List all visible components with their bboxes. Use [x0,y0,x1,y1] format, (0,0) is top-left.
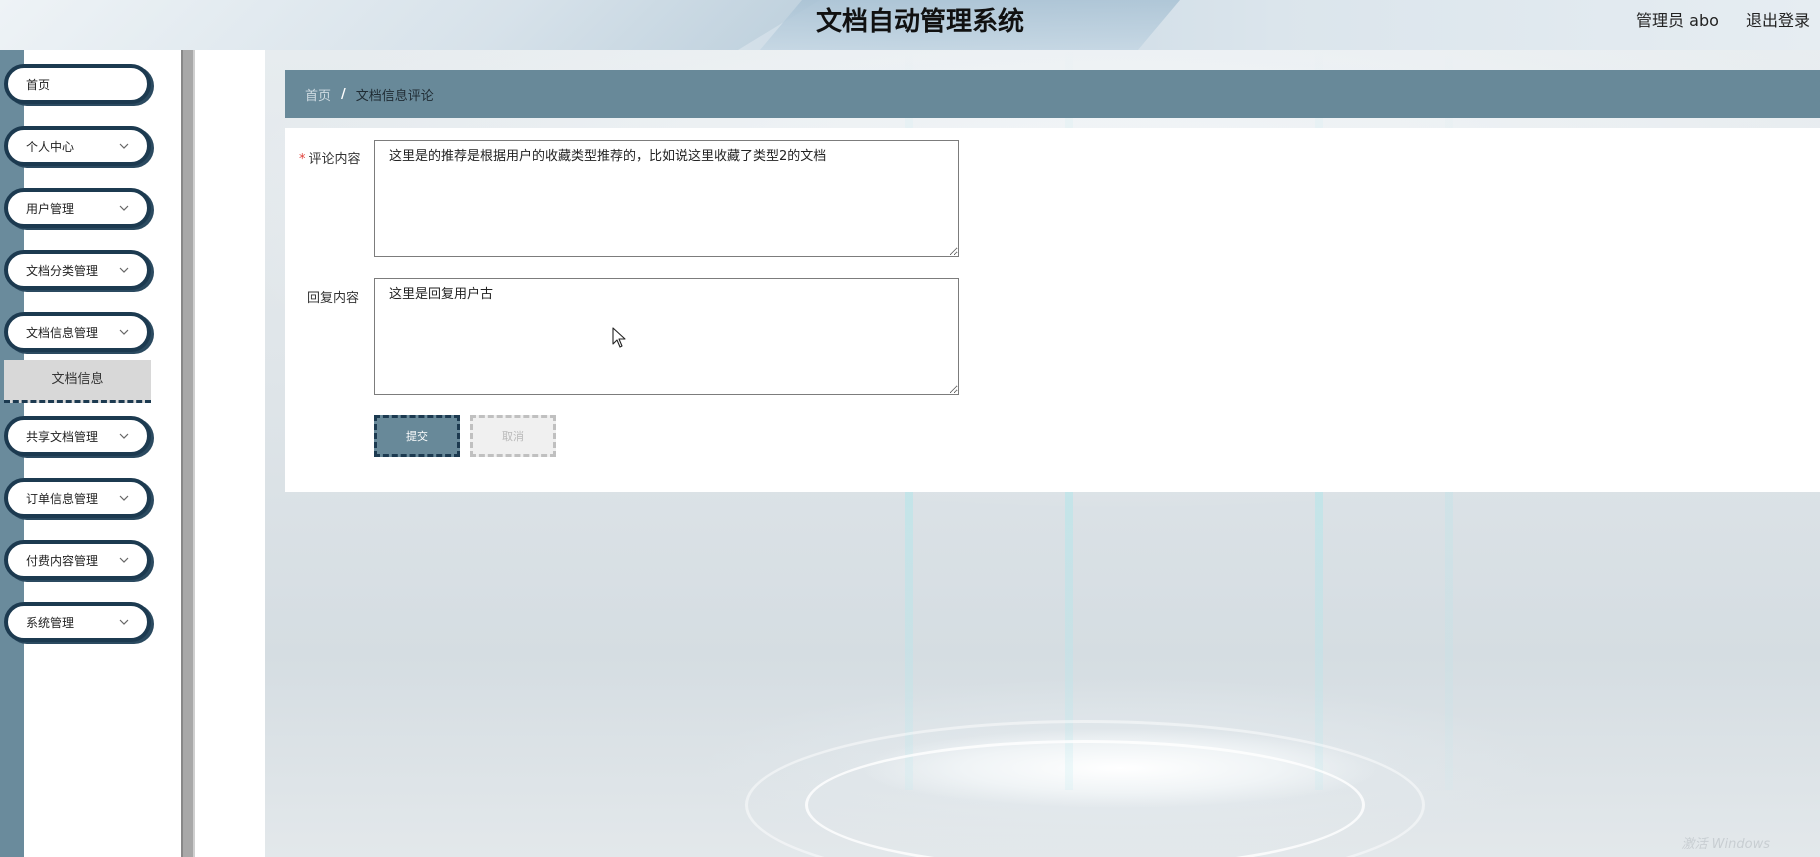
comment-content-label: * 评论内容 [299,148,361,167]
sidebar-item-label: 文档分类管理 [26,263,99,278]
reply-content-textarea[interactable]: 这里是回复用户古 [374,278,959,395]
sidebar-item-label: 订单信息管理 [26,491,99,506]
submit-button[interactable]: 提交 [374,415,460,457]
logout-link[interactable]: 退出登录 [1746,11,1810,30]
sidebar-item-label: 个人中心 [26,139,75,154]
breadcrumb: 首页 / 文档信息评论 [285,70,1820,118]
chevron-down-icon [119,619,129,625]
sidebar-item-label: 付费内容管理 [26,553,99,568]
sidebar-item-shared-doc-management[interactable]: 共享文档管理 [4,416,151,456]
chevron-down-icon [119,205,129,211]
current-user-label: 管理员 abo [1636,11,1719,30]
scene-stage-ring [745,720,1425,857]
comment-content-label-text: 评论内容 [308,152,361,167]
content-gutter [195,50,265,857]
comment-form-panel: * 评论内容 这里是的推荐是根据用户的收藏类型推荐的，比如说这里收藏了类型2的文档… [285,128,1820,492]
sidebar-divider [181,50,195,857]
chevron-down-icon [119,329,129,335]
breadcrumb-home-link[interactable]: 首页 [305,85,331,104]
sidebar-item-paid-content-management[interactable]: 付费内容管理 [4,540,151,580]
sidebar-item-label: 首页 [26,77,51,92]
sidebar-item-doc-info-management[interactable]: 文档信息管理 [4,312,151,352]
app-header: 文档自动管理系统 管理员 abo 退出登录 [0,0,1820,50]
chevron-down-icon [119,557,129,563]
sidebar-item-label: 用户管理 [26,201,75,216]
chevron-down-icon [119,267,129,273]
sidebar-item-label: 系统管理 [26,615,75,630]
sidebar-item-label: 共享文档管理 [26,429,99,444]
comment-content-textarea[interactable]: 这里是的推荐是根据用户的收藏类型推荐的，比如说这里收藏了类型2的文档 [374,140,959,257]
breadcrumb-current: 文档信息评论 [355,88,434,104]
header-user-area: 管理员 abo 退出登录 [1614,0,1810,42]
chevron-down-icon [119,143,129,149]
required-mark: * [299,152,306,167]
sidebar-item-personal-center[interactable]: 个人中心 [4,126,151,166]
breadcrumb-separator: / [341,86,346,102]
sidebar-item-order-management[interactable]: 订单信息管理 [4,478,151,518]
sidebar-item-label: 文档信息管理 [26,325,99,340]
cancel-button[interactable]: 取消 [470,415,556,457]
reply-content-label: 回复内容 [307,291,360,306]
sidebar-subitem-doc-info[interactable]: 文档信息 [4,360,151,403]
chevron-down-icon [119,433,129,439]
mouse-cursor-icon [612,327,626,348]
sidebar-item-home[interactable]: 首页 [4,64,151,104]
app-title: 文档自动管理系统 [815,7,1024,37]
sidebar-item-system-management[interactable]: 系统管理 [4,602,151,642]
sidebar-item-user-management[interactable]: 用户管理 [4,188,151,228]
chevron-down-icon [119,495,129,501]
windows-activation-watermark: 激活 Windows [1681,837,1770,852]
sidebar-item-doc-category-management[interactable]: 文档分类管理 [4,250,151,290]
